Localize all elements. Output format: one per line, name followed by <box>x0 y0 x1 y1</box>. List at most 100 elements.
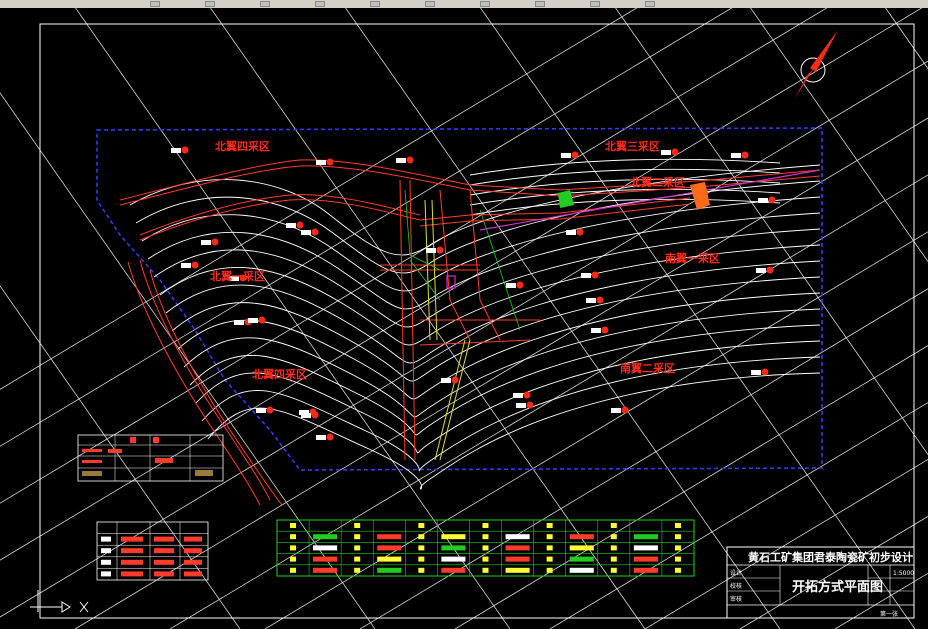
borehole-label <box>758 198 768 203</box>
legend-swatch <box>610 534 617 540</box>
legend-swatch <box>441 556 466 562</box>
borehole-marker <box>311 228 319 236</box>
borehole-label <box>234 320 244 325</box>
borehole-label <box>426 248 436 253</box>
legend-swatch <box>482 567 489 573</box>
zone-label-north-4: 北翼四采区 <box>215 139 270 153</box>
title-block-scale: 1:5000 <box>893 570 914 577</box>
legend-swatch <box>674 556 681 562</box>
legend-swatch <box>377 567 402 573</box>
legend-swatch <box>418 523 425 528</box>
borehole-marker <box>326 433 334 441</box>
open-icon[interactable] <box>205 1 215 7</box>
legend-swatch <box>290 523 297 528</box>
legend-swatch <box>354 556 361 562</box>
borehole-marker <box>766 266 774 274</box>
legend-swatch <box>546 556 553 562</box>
borehole-label <box>201 240 211 245</box>
legend-swatch <box>377 556 402 562</box>
legend-swatch <box>290 556 297 562</box>
legend-swatch <box>418 545 425 551</box>
legend-swatch <box>674 567 681 573</box>
legend-swatch <box>482 545 489 551</box>
legend-swatch <box>546 534 553 540</box>
zone-label-north-4b: 北翼四采区 <box>252 367 307 381</box>
borehole-label <box>516 403 526 408</box>
legend-swatch <box>674 534 681 540</box>
borehole-label <box>751 370 761 375</box>
borehole-marker <box>516 281 524 289</box>
legend-swatch <box>633 567 658 573</box>
borehole-marker <box>596 296 604 304</box>
borehole-marker <box>576 228 584 236</box>
borehole-marker <box>311 411 319 419</box>
new-icon[interactable] <box>150 1 160 7</box>
borehole-marker <box>591 271 599 279</box>
title-block-company: 黄石工矿集团君泰陶瓷矿初步设计 <box>748 550 913 564</box>
legend-swatch <box>610 523 617 528</box>
legend-swatch <box>633 534 658 540</box>
save-icon[interactable] <box>260 1 270 7</box>
zone-label-north-3: 北翼三采区 <box>605 139 660 153</box>
legend-swatch <box>313 545 338 551</box>
properties-icon[interactable] <box>645 1 655 7</box>
borehole-label <box>586 298 596 303</box>
borehole-label <box>731 153 741 158</box>
legend-swatch <box>546 567 553 573</box>
title-block-label-review: 审核 <box>730 595 742 603</box>
legend-swatch <box>569 534 594 540</box>
cad-drawing-canvas[interactable]: 北翼四采区 北翼三采区 北翼二采区 北翼一采区 北翼四采区 南翼一采区 南翼二采… <box>0 8 928 629</box>
legend-swatch <box>610 567 617 573</box>
layer-icon[interactable] <box>590 1 600 7</box>
legend-swatch <box>418 534 425 540</box>
borehole-label <box>181 263 191 268</box>
borehole-marker <box>601 326 609 334</box>
zone-label-south-1: 南翼一采区 <box>665 251 720 265</box>
title-block-label-check: 校核 <box>730 582 742 590</box>
legend-swatch <box>546 523 553 528</box>
zone-label-north-2: 北翼二采区 <box>630 175 685 189</box>
borehole-marker <box>181 146 189 154</box>
legend-swatch <box>482 523 489 528</box>
borehole-marker <box>741 151 749 159</box>
zoom-icon[interactable] <box>535 1 545 7</box>
undo-icon[interactable] <box>370 1 380 7</box>
legend-swatch <box>290 545 297 551</box>
legend-swatch <box>633 556 658 562</box>
borehole-label <box>248 318 258 323</box>
legend-swatch <box>505 567 530 573</box>
borehole-label <box>301 413 311 418</box>
borehole-marker <box>571 151 579 159</box>
borehole-label <box>286 223 296 228</box>
borehole-label <box>581 273 591 278</box>
zone-label-south-2: 南翼二采区 <box>620 361 675 375</box>
borehole-label <box>316 435 326 440</box>
legend-swatch <box>633 545 658 551</box>
legend-swatch <box>354 534 361 540</box>
legend-swatch <box>610 556 617 562</box>
pan-icon[interactable] <box>480 1 490 7</box>
title-block-label-design: 设计 <box>730 569 742 577</box>
borehole-marker <box>406 156 414 164</box>
borehole-marker <box>526 401 534 409</box>
redo-icon[interactable] <box>425 1 435 7</box>
legend-swatch <box>505 556 530 562</box>
legend-swatch <box>569 567 594 573</box>
borehole-marker <box>296 221 304 229</box>
legend-swatch <box>377 534 402 540</box>
legend-swatch <box>313 556 338 562</box>
title-block-drawing-name: 开拓方式平面图 <box>792 579 883 595</box>
legend-swatch <box>505 545 530 551</box>
legend-swatch <box>482 556 489 562</box>
borehole-label <box>566 230 576 235</box>
print-icon[interactable] <box>315 1 325 7</box>
borehole-marker <box>671 148 679 156</box>
borehole-marker <box>523 391 531 399</box>
borehole-marker <box>436 246 444 254</box>
borehole-label <box>611 408 621 413</box>
borehole-label <box>396 158 406 163</box>
borehole-marker <box>768 196 776 204</box>
legend-swatch <box>313 567 338 573</box>
borehole-label <box>561 153 571 158</box>
zone-label-north-1: 北翼一采区 <box>210 269 265 283</box>
